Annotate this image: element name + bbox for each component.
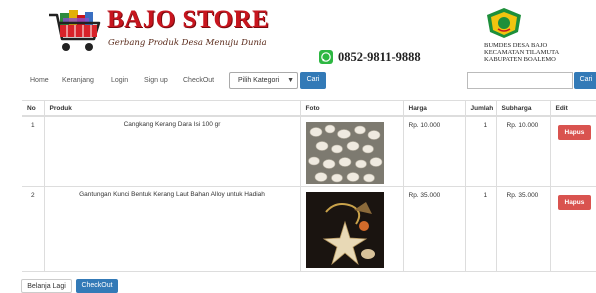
- org-line-1: BUMDES DESA BAJO: [484, 42, 548, 49]
- org-line-2: KECAMATAN TILAMUTA: [484, 49, 560, 56]
- table-header-row: No Produk Foto Harga Jumlah Subharga Edi…: [22, 100, 596, 117]
- nav-keranjang[interactable]: Keranjang: [62, 77, 94, 84]
- action-cell: Hapus: [549, 186, 596, 272]
- price: Rp. 35.000: [402, 186, 465, 272]
- photo-cell: [299, 116, 403, 187]
- org-info: BUMDES DESA BAJO KECAMATAN TILAMUTA KABU…: [484, 42, 584, 63]
- nav-login[interactable]: Login: [111, 77, 128, 84]
- chevron-down-icon: ▼: [287, 77, 294, 84]
- search-button[interactable]: Cari: [574, 72, 596, 89]
- nav-signup[interactable]: Sign up: [144, 77, 168, 84]
- whatsapp-icon: [319, 50, 333, 64]
- bumdes-emblem: [487, 8, 521, 38]
- product-name: Cangkang Kerang Dara Isi 100 gr: [43, 116, 300, 187]
- col-header-qty: Jumlah: [464, 100, 496, 117]
- col-header-subtotal: Subharga: [495, 100, 550, 117]
- table-row: 1 Cangkang Kerang Dara Isi 100 gr Rp. 10…: [22, 116, 596, 187]
- category-select-value: Pilih Kategori: [238, 77, 280, 84]
- nav-home[interactable]: Home: [30, 77, 49, 84]
- delete-button[interactable]: Hapus: [557, 125, 592, 140]
- product-photo-seashells: [305, 122, 384, 184]
- col-header-price: Harga: [402, 100, 465, 117]
- product-photo-starfish-keychain: [305, 192, 384, 268]
- product-name: Gantungan Kunci Bentuk Kerang Laut Bahan…: [43, 186, 300, 272]
- photo-cell: [299, 186, 403, 272]
- subtotal: Rp. 35.000: [495, 186, 550, 272]
- row-number: 2: [22, 186, 44, 272]
- col-header-edit: Edit: [549, 100, 596, 117]
- action-cell: Hapus: [549, 116, 596, 187]
- table-row: 2 Gantungan Kunci Bentuk Kerang Laut Bah…: [22, 186, 596, 272]
- col-header-product: Produk: [43, 100, 300, 117]
- nav-checkout[interactable]: CheckOut: [183, 77, 214, 84]
- brand-tagline: Gerbang Produk Desa Menuju Dunia: [108, 38, 267, 48]
- price: Rp. 10.000: [402, 116, 465, 187]
- cart-table: No Produk Foto Harga Jumlah Subharga Edi…: [22, 100, 596, 272]
- org-line-3: KABUPATEN BOALEMO: [484, 56, 556, 63]
- subtotal: Rp. 10.000: [495, 116, 550, 187]
- row-number: 1: [22, 116, 44, 187]
- brand-name: BAJO STORE: [107, 6, 270, 33]
- col-header-no: No: [22, 100, 44, 117]
- shopping-cart-logo: [49, 10, 101, 51]
- category-select[interactable]: Pilih Kategori ▼: [229, 72, 298, 89]
- quantity: 1: [464, 116, 496, 187]
- delete-button[interactable]: Hapus: [557, 195, 592, 210]
- quantity: 1: [464, 186, 496, 272]
- category-search-button[interactable]: Cari: [300, 72, 326, 89]
- phone-number: 0852-9811-9888: [338, 50, 421, 64]
- search-input[interactable]: [467, 72, 573, 89]
- col-header-photo: Foto: [299, 100, 403, 117]
